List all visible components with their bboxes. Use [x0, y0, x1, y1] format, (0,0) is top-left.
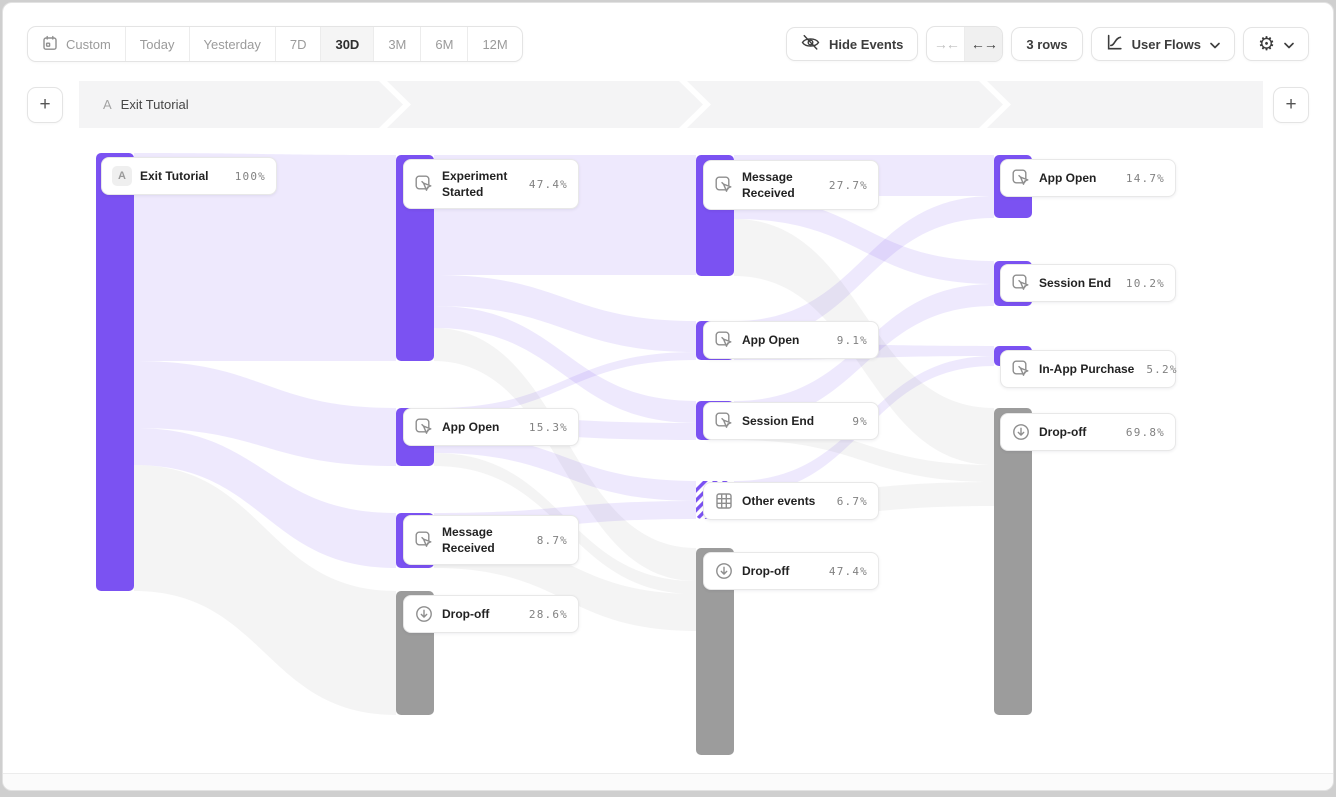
node-percentage: 15.3%: [525, 421, 568, 434]
node-label: Message Received: [442, 524, 520, 556]
node-label: Drop-off: [742, 563, 789, 579]
node-label: Session End: [742, 413, 814, 429]
app-open-card[interactable]: App Open 9.1%: [703, 321, 879, 359]
event-icon: [414, 530, 434, 550]
node-percentage: 27.7%: [825, 179, 868, 192]
node-label: App Open: [742, 332, 799, 348]
event-icon: [1011, 273, 1031, 293]
sankey-chart: [3, 3, 1334, 791]
node-label: Drop-off: [1039, 424, 1086, 440]
app-open-card[interactable]: App Open 15.3%: [403, 408, 579, 446]
drop-off-icon: [714, 561, 734, 581]
exit-tutorial-card[interactable]: A Exit Tutorial 100%: [101, 157, 277, 195]
node-label: Experiment Started: [442, 168, 517, 200]
node-label: App Open: [442, 419, 499, 435]
node-percentage: 47.4%: [825, 565, 868, 578]
sankey-stage: A Exit Tutorial 100% Experiment Started 47.4…: [3, 3, 1333, 790]
series-letter-badge: A: [112, 166, 132, 186]
node-percentage: 47.4%: [525, 178, 568, 191]
drop-off-card[interactable]: Drop-off 69.8%: [1000, 413, 1176, 451]
message-received-card[interactable]: Message Received 27.7%: [703, 160, 879, 210]
drop-off-icon: [1011, 422, 1031, 442]
session-end-card[interactable]: Session End 10.2%: [1000, 264, 1176, 302]
node-label: Exit Tutorial: [140, 168, 208, 184]
session-end-card[interactable]: Session End 9%: [703, 402, 879, 440]
node-percentage: 10.2%: [1122, 277, 1165, 290]
grid-icon: [714, 491, 734, 511]
node-percentage: 69.8%: [1122, 426, 1165, 439]
event-icon: [1011, 168, 1031, 188]
node-percentage: 9%: [848, 415, 868, 428]
node-label: Drop-off: [442, 606, 489, 622]
node-label: Other events: [742, 493, 815, 509]
event-icon: [714, 175, 734, 195]
node-percentage: 100%: [231, 170, 266, 183]
user-flows-panel: CustomTodayYesterday7D30D3M6M12M Hide Ev…: [2, 2, 1334, 791]
node-label: App Open: [1039, 170, 1096, 186]
message-received-card[interactable]: Message Received 8.7%: [403, 515, 579, 565]
node-percentage: 8.7%: [533, 534, 568, 547]
other-events-card[interactable]: Other events 6.7%: [703, 482, 879, 520]
drop-off-card[interactable]: Drop-off 28.6%: [403, 595, 579, 633]
node-percentage: 28.6%: [525, 608, 568, 621]
app-open-card[interactable]: App Open 14.7%: [1000, 159, 1176, 197]
node-percentage: 9.1%: [833, 334, 868, 347]
node-label: Session End: [1039, 275, 1111, 291]
drop-off-icon: [414, 604, 434, 624]
drop-off-card[interactable]: Drop-off 47.4%: [703, 552, 879, 590]
drop-off-step4-bar[interactable]: [994, 408, 1032, 715]
in-app-purchase-card[interactable]: In-App Purchase 5.2%: [1000, 350, 1176, 388]
event-icon: [714, 411, 734, 431]
node-percentage: 6.7%: [833, 495, 868, 508]
event-icon: [414, 174, 434, 194]
node-label: Message Received: [742, 169, 817, 201]
event-icon: [714, 330, 734, 350]
node-percentage: 5.2%: [1142, 363, 1177, 376]
footer-strip: [3, 773, 1333, 790]
event-icon: [414, 417, 434, 437]
experiment-started-card[interactable]: Experiment Started 47.4%: [403, 159, 579, 209]
exit-tutorial-bar[interactable]: [96, 153, 134, 591]
node-percentage: 14.7%: [1122, 172, 1165, 185]
node-label: In-App Purchase: [1039, 361, 1134, 377]
event-icon: [1011, 359, 1031, 379]
